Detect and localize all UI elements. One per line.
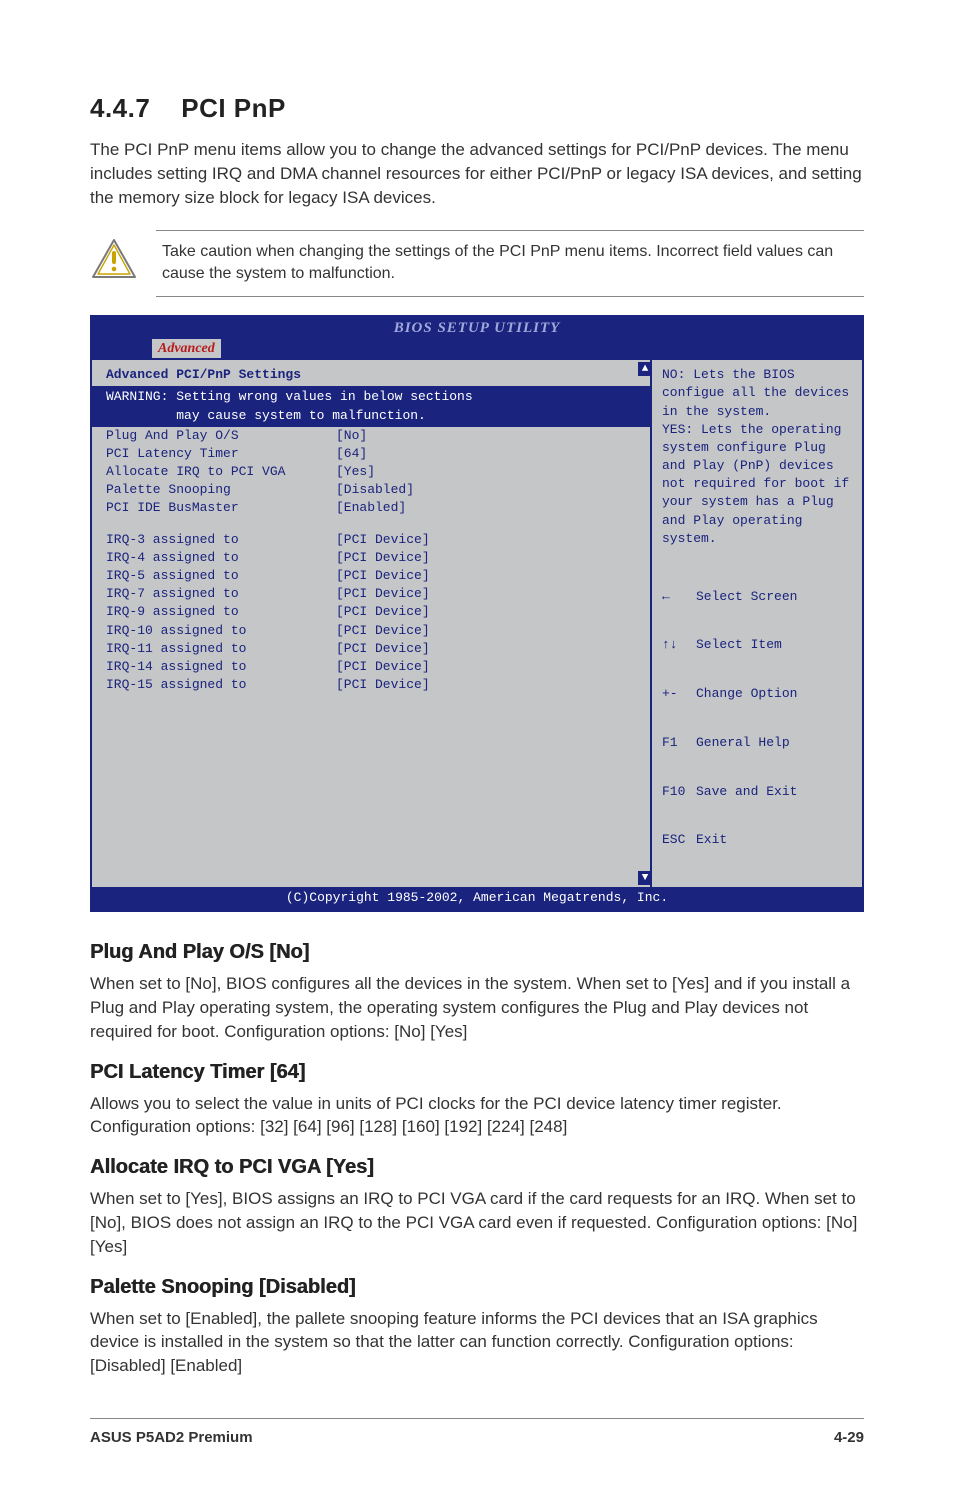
bios-setting-label: Palette Snooping [106, 481, 336, 499]
section-intro: The PCI PnP menu items allow you to chan… [90, 138, 864, 209]
bios-setting-value: [PCI Device] [336, 640, 430, 658]
bios-screen: BIOS SETUP UTILITY Advanced ▲ Advanced P… [90, 315, 864, 913]
bios-setting-label: IRQ-11 assigned to [106, 640, 336, 658]
bios-setting-value: [Disabled] [336, 481, 414, 499]
f1-key: F1 [662, 735, 696, 751]
section-title: PCI PnP [181, 93, 286, 123]
bios-setting-label: IRQ-9 assigned to [106, 603, 336, 621]
caution-text: Take caution when changing the settings … [156, 230, 864, 297]
bios-key-row: F1General Help [662, 735, 852, 751]
bios-group1: Plug And Play O/S[No] PCI Latency Timer[… [106, 427, 640, 518]
arrow-left-icon: ← [662, 589, 696, 605]
bios-row[interactable]: IRQ-15 assigned to[PCI Device] [106, 676, 640, 694]
bios-setting-label: IRQ-3 assigned to [106, 531, 336, 549]
subsection-text: When set to [Enabled], the pallete snoop… [90, 1307, 864, 1378]
bios-row[interactable]: Palette Snooping[Disabled] [106, 481, 640, 499]
bios-title: BIOS SETUP UTILITY [92, 317, 862, 339]
bios-setting-label: IRQ-15 assigned to [106, 676, 336, 694]
subsection-heading: Palette Snooping [Disabled] [90, 1273, 864, 1301]
subsection-text: When set to [No], BIOS configures all th… [90, 972, 864, 1043]
footer-right: 4-29 [834, 1427, 864, 1448]
bios-setting-label: IRQ-14 assigned to [106, 658, 336, 676]
bios-row[interactable]: IRQ-9 assigned to[PCI Device] [106, 603, 640, 621]
subsection-heading: Plug And Play O/S [No] [90, 938, 864, 966]
bios-key-row: +-Change Option [662, 686, 852, 702]
bios-row[interactable]: PCI Latency Timer[64] [106, 445, 640, 463]
f10-key: F10 [662, 784, 696, 800]
bios-setting-value: [Enabled] [336, 499, 406, 517]
bios-key-desc: Select Item [696, 637, 782, 652]
bios-key-desc: Exit [696, 832, 727, 847]
bios-keys: ←Select Screen ↑↓Select Item +-Change Op… [662, 556, 852, 881]
section-heading: 4.4.7 PCI PnP [90, 90, 864, 126]
bios-setting-value: [64] [336, 445, 367, 463]
bios-title-row: BIOS SETUP UTILITY [92, 317, 862, 339]
bios-row[interactable]: Allocate IRQ to PCI VGA[Yes] [106, 463, 640, 481]
caution-box: Take caution when changing the settings … [90, 230, 864, 297]
bios-row[interactable]: PCI IDE BusMaster[Enabled] [106, 499, 640, 517]
bios-key-row: ESCExit [662, 832, 852, 848]
bios-panel-heading: Advanced PCI/PnP Settings [106, 366, 640, 384]
bios-setting-value: [No] [336, 427, 367, 445]
bios-key-row: F10Save and Exit [662, 784, 852, 800]
subsection-heading: PCI Latency Timer [64] [90, 1058, 864, 1086]
bios-setting-value: [Yes] [336, 463, 375, 481]
bios-setting-label: PCI Latency Timer [106, 445, 336, 463]
bios-row[interactable]: IRQ-10 assigned to[PCI Device] [106, 622, 640, 640]
bios-setting-label: PCI IDE BusMaster [106, 499, 336, 517]
bios-setting-value: [PCI Device] [336, 531, 430, 549]
bios-key-desc: General Help [696, 735, 790, 750]
plus-minus-icon: +- [662, 686, 696, 702]
bios-row[interactable]: IRQ-3 assigned to[PCI Device] [106, 531, 640, 549]
bios-row[interactable]: IRQ-14 assigned to[PCI Device] [106, 658, 640, 676]
bios-tab-row: Advanced [92, 339, 862, 361]
bios-row[interactable]: IRQ-4 assigned to[PCI Device] [106, 549, 640, 567]
section-number: 4.4.7 [90, 93, 150, 123]
esc-key: ESC [662, 832, 696, 848]
bios-setting-value: [PCI Device] [336, 549, 430, 567]
bios-setting-value: [PCI Device] [336, 676, 430, 694]
bios-row[interactable]: IRQ-11 assigned to[PCI Device] [106, 640, 640, 658]
bios-group2: IRQ-3 assigned to[PCI Device] IRQ-4 assi… [106, 531, 640, 695]
bios-tab-advanced[interactable]: Advanced [152, 339, 221, 359]
subsection-heading: Allocate IRQ to PCI VGA [Yes] [90, 1153, 864, 1181]
bios-setting-value: [PCI Device] [336, 603, 430, 621]
bios-key-desc: Change Option [696, 686, 797, 701]
bios-setting-label: IRQ-7 assigned to [106, 585, 336, 603]
bios-warning: WARNING: Setting wrong values in below s… [92, 386, 650, 426]
caution-icon [90, 237, 138, 288]
bios-key-desc: Select Screen [696, 589, 797, 604]
bios-setting-value: [PCI Device] [336, 658, 430, 676]
arrow-updown-icon: ↑↓ [662, 637, 696, 653]
bios-key-row: ←Select Screen [662, 589, 852, 605]
bios-setting-value: [PCI Device] [336, 622, 430, 640]
bios-row[interactable]: IRQ-7 assigned to[PCI Device] [106, 585, 640, 603]
bios-key-row: ↑↓Select Item [662, 637, 852, 653]
bios-setting-value: [PCI Device] [336, 567, 430, 585]
bios-help-text: NO: Lets the BIOS configue all the devic… [662, 366, 852, 548]
scroll-up-icon[interactable]: ▲ [638, 362, 652, 376]
page-footer: ASUS P5AD2 Premium 4-29 [90, 1418, 864, 1448]
bios-key-desc: Save and Exit [696, 784, 797, 799]
bios-setting-label: IRQ-10 assigned to [106, 622, 336, 640]
bios-setting-label: Plug And Play O/S [106, 427, 336, 445]
bios-footer: (C)Copyright 1985-2002, American Megatre… [92, 887, 862, 910]
bios-left-panel: ▲ Advanced PCI/PnP Settings WARNING: Set… [92, 360, 652, 887]
subsection-text: When set to [Yes], BIOS assigns an IRQ t… [90, 1187, 864, 1258]
footer-left: ASUS P5AD2 Premium [90, 1427, 253, 1448]
spacer [106, 518, 640, 531]
bios-setting-value: [PCI Device] [336, 585, 430, 603]
bios-right-panel: NO: Lets the BIOS configue all the devic… [652, 360, 862, 887]
bios-row[interactable]: Plug And Play O/S[No] [106, 427, 640, 445]
bios-setting-label: IRQ-5 assigned to [106, 567, 336, 585]
scroll-down-icon[interactable]: ▼ [638, 871, 652, 885]
bios-setting-label: Allocate IRQ to PCI VGA [106, 463, 336, 481]
subsection-text: Allows you to select the value in units … [90, 1092, 864, 1140]
bios-setting-label: IRQ-4 assigned to [106, 549, 336, 567]
bios-row[interactable]: IRQ-5 assigned to[PCI Device] [106, 567, 640, 585]
bios-body: ▲ Advanced PCI/PnP Settings WARNING: Set… [92, 360, 862, 887]
